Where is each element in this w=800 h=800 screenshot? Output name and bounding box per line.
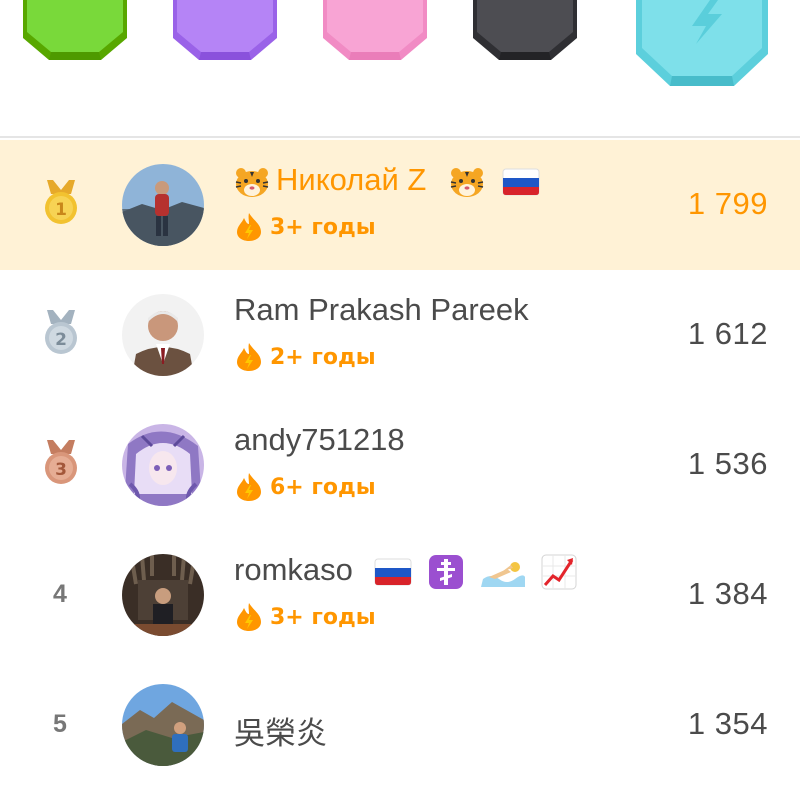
- streak-badge: 3+ годы: [235, 212, 376, 242]
- rank-number: 1: [55, 200, 67, 220]
- xp-value: 1 536: [687, 446, 768, 481]
- user-name: Николай Z: [234, 162, 540, 198]
- xp-value: 1 799: [687, 186, 768, 221]
- leaderboard-list: 1 Николай Z 3+ годы 1 799 2 Ram Prakash …: [0, 140, 800, 790]
- streak-text: 3+ годы: [270, 604, 376, 630]
- tiger-face-emoji-icon: [234, 166, 270, 198]
- leaderboard-row[interactable]: 4 romkaso 3+ годы 1 384: [0, 530, 800, 660]
- avatar[interactable]: [122, 424, 204, 506]
- user-name: romkaso: [234, 552, 577, 590]
- leaderboard-row-current-user[interactable]: 1 Николай Z 3+ годы 1 799: [0, 140, 800, 270]
- gold-medal-icon: 1: [38, 176, 84, 232]
- leaderboard-row[interactable]: 3 andy751218 6+ годы 1 536: [0, 400, 800, 530]
- avatar[interactable]: [122, 554, 204, 636]
- user-name-text: andy751218: [234, 422, 405, 457]
- rank-number: 4: [53, 580, 67, 608]
- russia-flag-emoji-icon: [374, 558, 412, 586]
- xp-value: 1 612: [687, 316, 768, 351]
- xp-value: 1 354: [687, 706, 768, 741]
- diamond-league-badge-icon: [634, 0, 770, 90]
- xp-value: 1 384: [687, 576, 768, 611]
- streak-text: 3+ годы: [270, 214, 376, 240]
- swimmer-emoji-icon: [480, 557, 525, 587]
- emerald-league-badge-icon: [21, 0, 131, 64]
- streak-badge: 6+ годы: [235, 472, 376, 502]
- rank-number: 3: [55, 460, 67, 480]
- fire-icon: [237, 603, 261, 631]
- orthodox-cross-emoji-icon: [428, 554, 464, 590]
- streak-text: 2+ годы: [270, 344, 376, 370]
- user-name: Ram Prakash Pareek: [234, 292, 529, 328]
- rank-number: 5: [53, 710, 67, 738]
- obsidian-league-badge-icon: [471, 0, 581, 64]
- league-badges-strip: [0, 0, 800, 138]
- user-name-text: Ram Prakash Pareek: [234, 292, 529, 327]
- user-name: andy751218: [234, 422, 405, 458]
- avatar[interactable]: [122, 684, 204, 766]
- leaderboard-row[interactable]: 2 Ram Prakash Pareek 2+ годы 1 612: [0, 270, 800, 400]
- avatar[interactable]: [122, 164, 204, 246]
- streak-text: 6+ годы: [270, 474, 376, 500]
- pearl-league-badge-icon: [321, 0, 431, 64]
- bronze-medal-icon: 3: [38, 436, 84, 492]
- fire-icon: [237, 473, 261, 501]
- user-name-text: romkaso: [234, 552, 353, 587]
- streak-badge: 2+ годы: [235, 342, 376, 372]
- streak-badge: 3+ годы: [235, 602, 376, 632]
- avatar[interactable]: [122, 294, 204, 376]
- rank-number: 2: [55, 330, 67, 350]
- chart-increasing-emoji-icon: [541, 554, 577, 590]
- russia-flag-emoji-icon: [502, 168, 540, 196]
- user-name-text: 吳榮炎: [234, 716, 327, 751]
- tiger-face-emoji-icon: [449, 166, 485, 198]
- silver-medal-icon: 2: [38, 306, 84, 362]
- user-name: 吳榮炎: [234, 708, 327, 753]
- fire-icon: [237, 343, 261, 371]
- leaderboard-row[interactable]: 5 吳榮炎 1 354: [0, 660, 800, 790]
- fire-icon: [237, 213, 261, 241]
- user-name-text: Николай Z: [276, 162, 427, 197]
- amethyst-league-badge-icon: [171, 0, 281, 64]
